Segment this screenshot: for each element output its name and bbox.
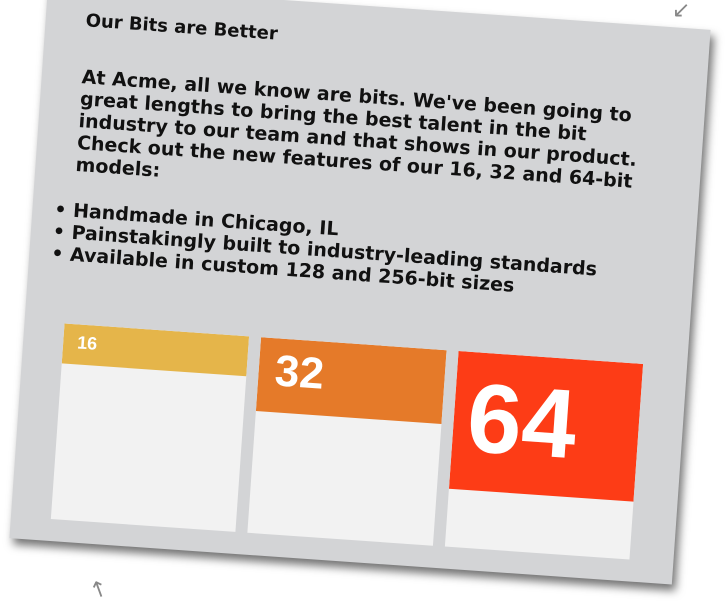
card-intro: At Acme, all we know are bits. We've bee…: [74, 66, 638, 193]
arrow-up-icon: ↑: [86, 575, 113, 605]
tile-64-bit: 64: [444, 351, 644, 560]
model-tiles: 16 32 64: [50, 323, 644, 560]
tile-32-band: 32: [256, 337, 447, 424]
tile-32-bit: 32: [247, 337, 447, 546]
card-title: Our Bits are Better: [84, 10, 279, 45]
feature-list: Handmade in Chicago, IL Painstakingly bu…: [51, 199, 600, 303]
feature-card: Our Bits are Better At Acme, all we know…: [9, 0, 711, 585]
tile-16-bit: 16: [50, 323, 250, 532]
tile-64-band: 64: [448, 351, 644, 502]
tile-16-band: 16: [61, 323, 250, 377]
arrow-down-left-icon: ↙: [672, 0, 691, 23]
tile-64-label: 64: [463, 361, 581, 480]
tile-32-label: 32: [273, 346, 326, 399]
tile-16-label: 16: [76, 332, 98, 354]
